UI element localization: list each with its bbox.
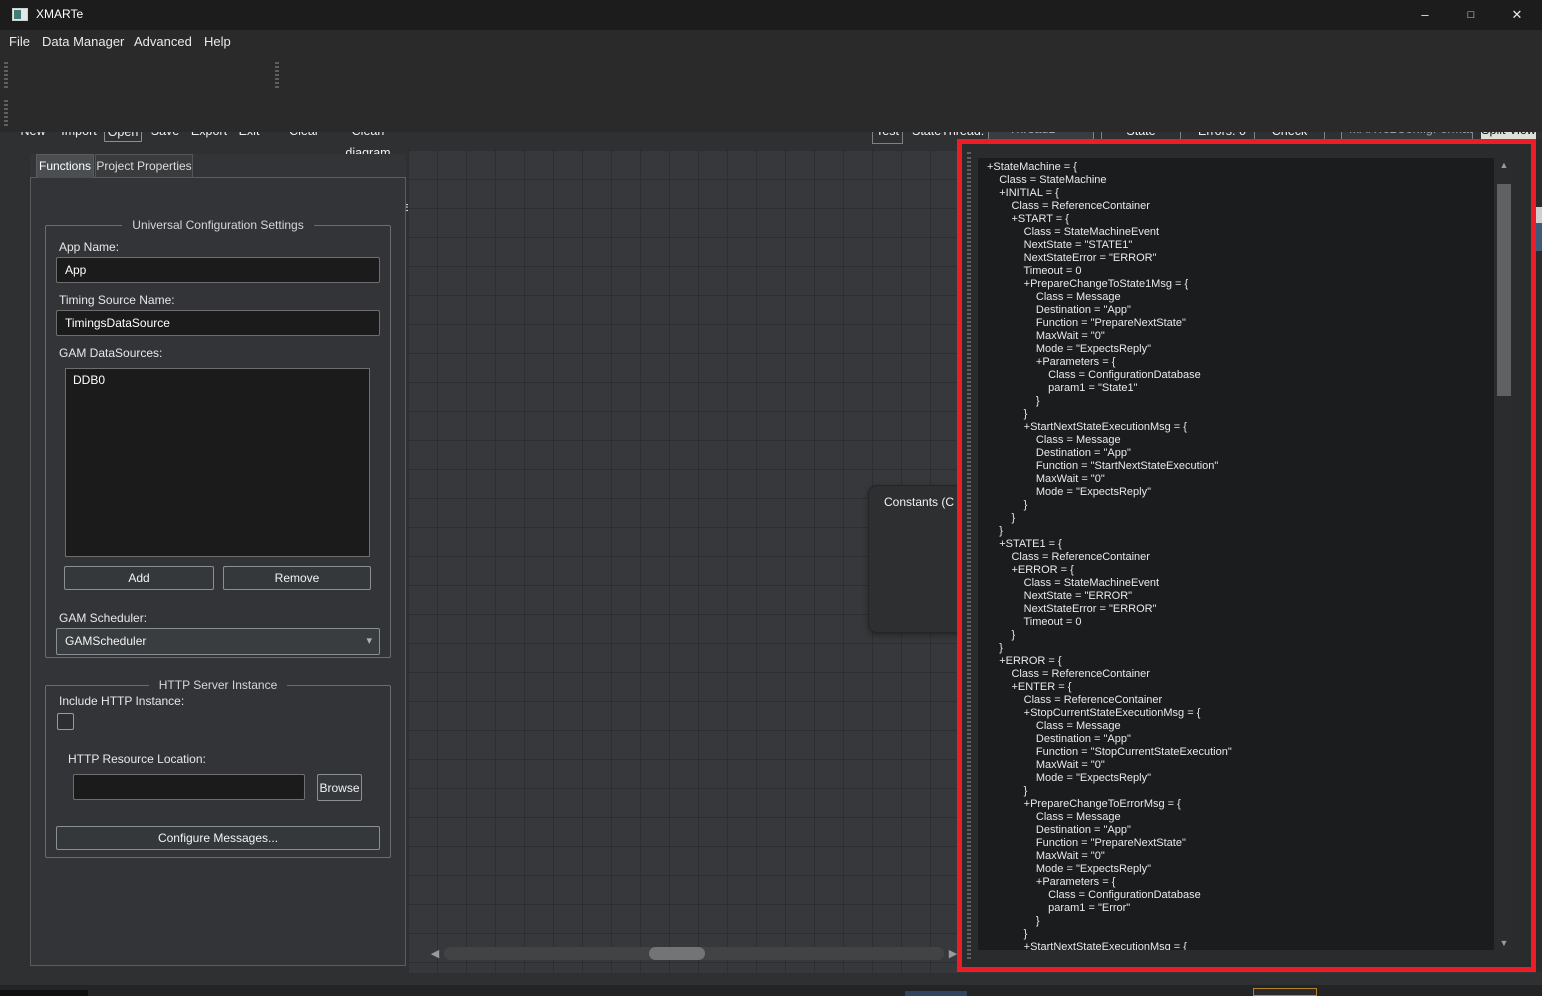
title-bar: XMARTe – □ ✕ (0, 0, 1542, 30)
maximize-button[interactable]: □ (1448, 0, 1494, 30)
config-vertical-scrollbar[interactable]: ▲ ▼ (1496, 158, 1512, 950)
list-item[interactable]: DDB0 (66, 369, 369, 387)
dock-drag-handle[interactable] (967, 152, 971, 959)
config-text: +StateMachine = { Class = StateMachine +… (987, 161, 1494, 950)
timing-source-input[interactable] (56, 310, 380, 336)
menu-bar: File Data Manager Advanced Help (0, 30, 1542, 56)
left-panel: Functions Project Properties Universal C… (30, 154, 406, 966)
toolbar-drag-handle[interactable] (4, 62, 8, 88)
app-icon (12, 8, 28, 21)
scroll-left-icon[interactable]: ◀ (428, 947, 442, 961)
http-server-group: HTTP Server Instance Include HTTP Instan… (45, 678, 391, 858)
toolbar-main: New Import Open Save Export Exit Clear C… (0, 56, 1542, 94)
window-title: XMARTe (36, 7, 83, 21)
gam-datasources-list[interactable]: DDB0 (65, 368, 370, 557)
http-resource-label: HTTP Resource Location: (68, 752, 206, 766)
config-text-view[interactable]: +StateMachine = { Class = StateMachine +… (978, 158, 1494, 950)
configure-messages-button[interactable]: Configure Messages... (56, 826, 380, 850)
remove-datasource-button[interactable]: Remove (223, 566, 371, 590)
scrollbar-thumb[interactable] (649, 947, 705, 960)
menu-help[interactable]: Help (204, 34, 231, 49)
tab-project-properties[interactable]: Project Properties (95, 154, 193, 178)
tab-functions[interactable]: Functions (36, 154, 94, 178)
app-name-input[interactable] (56, 257, 380, 283)
menu-file[interactable]: File (9, 34, 30, 49)
toolbar-drag-handle[interactable] (4, 100, 8, 126)
background-window-sliver-right (1536, 139, 1542, 972)
browse-button[interactable]: Browse (317, 774, 362, 801)
scrollbar-thumb[interactable] (1497, 184, 1511, 396)
chevron-down-icon: ▾ (366, 634, 372, 647)
gam-scheduler-label: GAM Scheduler: (59, 611, 147, 625)
gam-scheduler-value: GAMScheduler (65, 634, 146, 648)
menu-data-manager[interactable]: Data Manager (42, 34, 124, 49)
http-server-title: HTTP Server Instance (149, 678, 288, 692)
functions-tab-panel: Universal Configuration Settings App Nam… (30, 177, 406, 966)
scroll-down-icon[interactable]: ▼ (1496, 936, 1512, 950)
include-http-checkbox[interactable] (57, 713, 74, 730)
timing-source-label: Timing Source Name: (59, 293, 175, 307)
add-datasource-button[interactable]: Add (64, 566, 214, 590)
http-resource-input[interactable] (73, 774, 305, 800)
scroll-up-icon[interactable]: ▲ (1496, 158, 1512, 172)
app-name-label: App Name: (59, 240, 119, 254)
toolbar-drag-handle[interactable] (275, 62, 279, 88)
close-button[interactable]: ✕ (1494, 0, 1540, 30)
universal-config-group: Universal Configuration Settings App Nam… (45, 218, 391, 658)
minimize-button[interactable]: – (1402, 0, 1448, 30)
universal-config-title: Universal Configuration Settings (122, 218, 313, 232)
background-window-sliver-bottom (0, 985, 1542, 996)
config-text-panel: +StateMachine = { Class = StateMachine +… (957, 139, 1536, 972)
include-http-label: Include HTTP Instance: (59, 694, 184, 708)
toolbar-playback: « ‹ » ↺ Cycle: /0 Clear Data Graph Windo… (0, 94, 1542, 132)
gam-datasources-label: GAM DataSources: (59, 346, 162, 360)
scrollbar-track[interactable] (444, 947, 944, 960)
gam-scheduler-select[interactable]: GAMScheduler ▾ (56, 628, 380, 655)
menu-advanced[interactable]: Advanced (134, 34, 192, 49)
canvas-horizontal-scrollbar[interactable]: ◀ ▶ (428, 945, 960, 963)
